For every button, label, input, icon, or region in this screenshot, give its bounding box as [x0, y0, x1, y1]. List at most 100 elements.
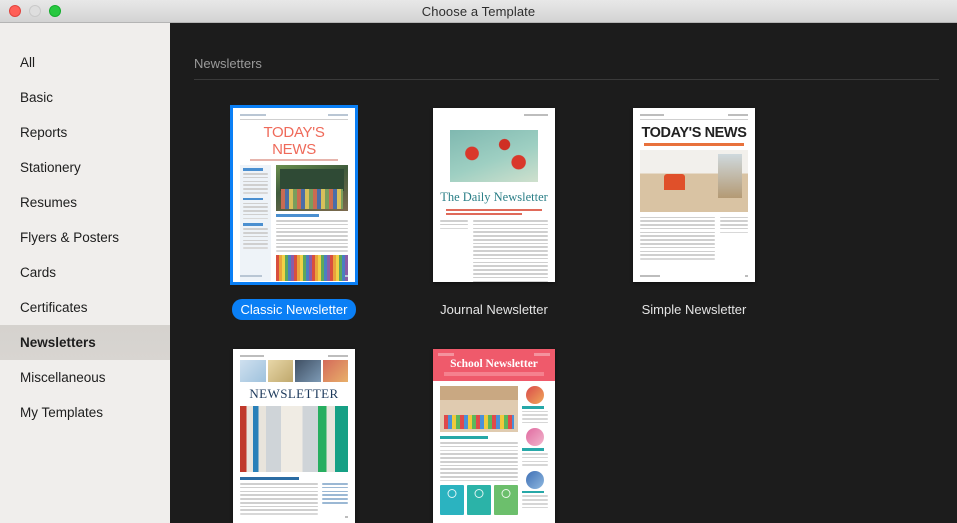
thumb-rule	[240, 119, 348, 120]
thumb-highlight-box	[440, 485, 464, 516]
thumb-article-heading	[440, 436, 489, 439]
sidebar-item-label: Certificates	[20, 300, 88, 315]
template-thumbnail-journal-newsletter[interactable]: The Daily Newsletter	[433, 108, 555, 282]
thumb-left-column	[440, 386, 518, 516]
section-divider	[194, 79, 939, 80]
thumb-right-column	[522, 386, 548, 515]
thumb-footer	[240, 516, 348, 518]
thumb-highlight-box	[494, 485, 518, 516]
template-thumbnail-classic-newsletter[interactable]: TODAY'S NEWS	[230, 105, 358, 285]
thumbnail-wrapper: NEWSLETTER	[230, 346, 358, 523]
thumb-badge-icon	[526, 386, 544, 404]
thumb-article-heading	[276, 214, 320, 217]
section-title: Newsletters	[194, 56, 262, 71]
sidebar-item-label: Basic	[20, 90, 54, 105]
thumbnail-wrapper: TODAY'S NEWS	[230, 105, 358, 285]
thumb-subhead	[444, 372, 544, 376]
sidebar-item-reports[interactable]: Reports	[0, 115, 170, 150]
thumb-footer	[240, 275, 348, 277]
thumb-masthead-row	[240, 114, 348, 116]
sidebar-item-flyers-posters[interactable]: Flyers & Posters	[0, 220, 170, 255]
sidebar-item-label: Resumes	[20, 195, 78, 210]
sidebar-item-resumes[interactable]: Resumes	[0, 185, 170, 220]
thumb-right-column	[720, 216, 748, 262]
thumb-photo-classroom	[276, 165, 348, 211]
sidebar-item-stationery[interactable]: Stationery	[0, 150, 170, 185]
thumbnail-art: NEWSLETTER	[233, 349, 355, 523]
sidebar-item-label: All	[20, 55, 36, 70]
thumb-feature-box	[240, 360, 266, 382]
thumb-subhead-line	[446, 209, 542, 211]
thumb-issue-label	[640, 114, 664, 116]
sidebar-item-label: Newsletters	[20, 335, 96, 350]
thumb-right-column	[473, 220, 548, 282]
template-label[interactable]: Classic Newsletter	[231, 299, 357, 320]
thumb-date-label	[534, 353, 550, 356]
sidebar-item-all[interactable]: All	[0, 45, 170, 80]
thumb-date-label	[328, 355, 348, 357]
sidebar-item-label: My Templates	[20, 405, 104, 420]
thumb-article-heading	[240, 477, 300, 480]
sidebar-item-newsletters[interactable]: Newsletters	[0, 325, 170, 360]
thumb-badge-icon	[526, 428, 544, 447]
thumb-right-column	[322, 483, 348, 517]
template-gallery: Newsletters TODAY'S NEWS Classic Newslet…	[170, 23, 957, 523]
thumb-date-label	[328, 114, 348, 116]
thumb-headline: The Daily Newsletter	[440, 190, 548, 204]
template-card-school-newsletter[interactable]: School Newsletter	[394, 346, 594, 523]
thumb-footer	[640, 275, 748, 277]
thumb-columns	[240, 483, 348, 517]
thumb-left-column	[640, 216, 715, 262]
thumb-highlight-box	[467, 485, 491, 516]
thumb-columns	[240, 165, 348, 281]
thumb-headline: TODAY'S NEWS	[263, 124, 325, 158]
sidebar-item-certificates[interactable]: Certificates	[0, 290, 170, 325]
thumb-columns	[440, 220, 548, 282]
category-sidebar[interactable]: All Basic Reports Stationery Resumes Fly…	[0, 23, 170, 523]
sidebar-item-miscellaneous[interactable]: Miscellaneous	[0, 360, 170, 395]
window-title: Choose a Template	[421, 3, 536, 19]
thumb-feature-box	[267, 360, 293, 382]
template-thumbnail-serif-newsletter[interactable]: NEWSLETTER	[233, 349, 355, 523]
template-thumbnail-school-newsletter[interactable]: School Newsletter	[433, 349, 555, 523]
thumb-masthead-row	[440, 114, 548, 116]
thumb-left-column	[440, 220, 468, 282]
sidebar-item-basic[interactable]: Basic	[0, 80, 170, 115]
thumb-headline: NEWSLETTER	[249, 386, 339, 401]
thumbnail-art: TODAY'S NEWS	[233, 108, 355, 282]
thumb-left-column	[240, 483, 318, 517]
thumb-headline: TODAY'S NEWS	[641, 125, 747, 141]
thumb-column-heading	[243, 168, 263, 171]
thumb-issue-label	[240, 355, 264, 357]
thumb-photo-children	[440, 386, 518, 432]
choose-template-window: Choose a Template All Basic Reports Stat…	[0, 0, 957, 523]
thumb-subhead-line	[446, 213, 522, 215]
thumb-columns	[640, 216, 748, 262]
thumb-header-band: School Newsletter	[433, 349, 555, 381]
window-titlebar: Choose a Template	[0, 0, 957, 23]
thumb-date-label	[524, 114, 548, 116]
thumb-photo-flowers	[450, 130, 538, 182]
sidebar-item-my-templates[interactable]: My Templates	[0, 395, 170, 430]
template-label[interactable]: Simple Newsletter	[633, 299, 756, 320]
thumb-photo-interior	[640, 149, 748, 212]
thumb-headline: School Newsletter	[450, 358, 538, 370]
template-card-serif-newsletter[interactable]: NEWSLETTER	[194, 346, 394, 523]
template-card-simple-newsletter[interactable]: TODAY'S NEWS Simple Newsletter	[594, 105, 794, 320]
thumb-masthead-row	[640, 114, 748, 116]
sidebar-item-label: Miscellaneous	[20, 370, 106, 385]
thumb-photo-library	[240, 406, 348, 472]
sidebar-item-cards[interactable]: Cards	[0, 255, 170, 290]
template-card-journal-newsletter[interactable]: The Daily Newsletter Journal Newsletter	[394, 105, 594, 320]
template-thumbnail-simple-newsletter[interactable]: TODAY'S NEWS	[633, 108, 755, 282]
thumb-rule	[640, 119, 748, 120]
thumbnail-art: School Newsletter	[433, 349, 555, 523]
thumbnail-art: TODAY'S NEWS	[633, 108, 755, 282]
window-body: All Basic Reports Stationery Resumes Fly…	[0, 23, 957, 523]
template-label[interactable]: Journal Newsletter	[431, 299, 557, 320]
thumb-left-column	[240, 165, 271, 281]
template-grid: TODAY'S NEWS Classic Newsletter The Dail…	[194, 105, 957, 523]
thumb-masthead-row	[240, 355, 348, 357]
template-card-classic-newsletter[interactable]: TODAY'S NEWS Classic Newsletter	[194, 105, 394, 320]
thumb-subhead	[250, 159, 338, 161]
